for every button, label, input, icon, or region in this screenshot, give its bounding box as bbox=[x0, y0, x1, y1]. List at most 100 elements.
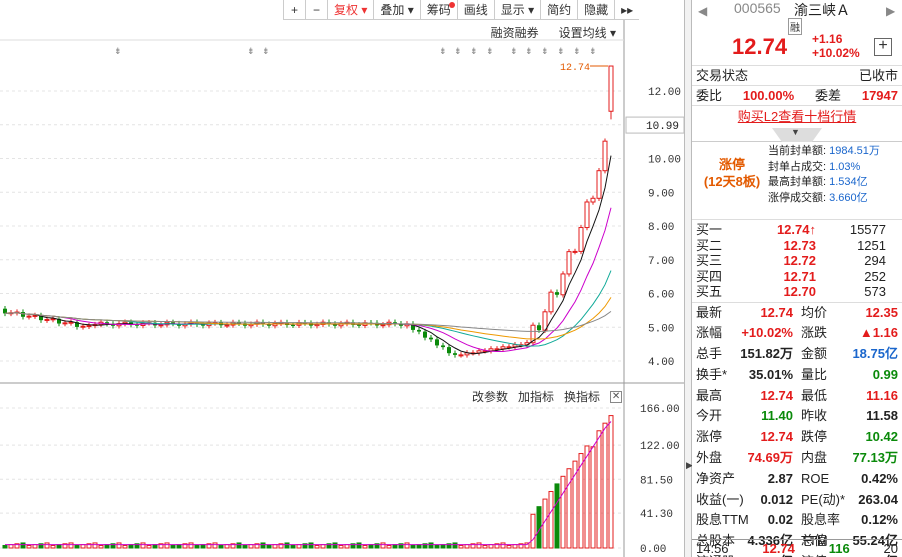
zoom-out-button[interactable]: − bbox=[305, 0, 327, 20]
event-marker-icon: ⇟ bbox=[541, 46, 549, 56]
stat-value: 77.13万 bbox=[852, 450, 898, 466]
price-tick-label: 6.00 bbox=[648, 290, 674, 302]
collapse-tab[interactable] bbox=[692, 128, 902, 142]
chips-button[interactable]: 筹码 bbox=[419, 0, 457, 20]
stat-value: 35.01% bbox=[748, 366, 793, 382]
stat-value: ▲1.16 bbox=[859, 325, 898, 341]
stat-cell: 昨收 11.58 bbox=[797, 406, 902, 427]
volume-bar bbox=[44, 542, 50, 549]
stat-label: 金额 bbox=[801, 346, 828, 362]
stat-label: 股息TTM bbox=[696, 512, 749, 528]
volume-tick-label: 81.50 bbox=[640, 475, 673, 487]
kline-chart[interactable]: 12.0011.0010.009.008.007.006.005.004.001… bbox=[0, 0, 684, 557]
price-tick-label: 5.00 bbox=[648, 323, 674, 335]
more-icon[interactable]: ▸▸ bbox=[614, 0, 639, 20]
quote-header: ◀ 000565 渝三峡Ａ ▶ 融 12.74 +1.16 +10.02% + bbox=[692, 0, 902, 66]
panel-splitter[interactable]: ▶ bbox=[684, 0, 693, 557]
order-ratio-row: 委比 100.00% 委差 17947 bbox=[692, 86, 902, 106]
event-marker-icon: ⇟ bbox=[439, 46, 447, 56]
candle-body bbox=[32, 314, 38, 317]
event-marker-icon: ⇟ bbox=[114, 46, 122, 56]
volume-bar bbox=[140, 542, 146, 549]
margin-tag-badge: 融 bbox=[788, 18, 802, 35]
stock-name: 渝三峡Ａ bbox=[794, 2, 850, 18]
zoom-in-button[interactable]: + bbox=[283, 0, 305, 20]
candle-body bbox=[555, 292, 559, 295]
stat-label: 均价 bbox=[801, 304, 828, 320]
volume-tick-label: 0.00 bbox=[640, 544, 666, 556]
stat-value: 0.12% bbox=[861, 512, 898, 528]
candle-body bbox=[572, 250, 578, 253]
stat-value: 12.74 bbox=[760, 429, 793, 445]
quote-panel: ◀ 000565 渝三峡Ａ ▶ 融 12.74 +1.16 +10.02% + … bbox=[692, 0, 902, 557]
limit-info-value: 3.660亿 bbox=[829, 191, 868, 204]
collapse-tab-icon[interactable] bbox=[772, 128, 822, 142]
swap-indicator-button[interactable]: 换指标 bbox=[564, 388, 600, 405]
volume-bar bbox=[506, 544, 512, 549]
bid-price: 12.74↑ bbox=[776, 222, 816, 237]
volume-bar bbox=[104, 544, 110, 549]
moving-average-line bbox=[4, 297, 612, 340]
close-icon[interactable]: ✕ bbox=[610, 390, 623, 403]
add-indicator-button[interactable]: 加指标 bbox=[518, 388, 554, 405]
trade-status-value: 已收市 bbox=[858, 68, 898, 83]
stat-cell: 股息率TTM 0.12% bbox=[797, 510, 902, 548]
display-button[interactable]: 显示 ▾ bbox=[493, 0, 540, 20]
limit-up-label: 涨停 (12天8板) bbox=[700, 156, 764, 190]
volume-tick-label: 122.00 bbox=[640, 441, 680, 453]
hide-button[interactable]: 隐藏 bbox=[577, 0, 614, 20]
stat-label: 涨幅 bbox=[696, 325, 723, 341]
volume-bar bbox=[74, 544, 80, 549]
next-stock-icon[interactable]: ▶ bbox=[886, 4, 895, 18]
stat-value: 2.87 bbox=[767, 470, 793, 486]
l2-upgrade-link[interactable]: 购买L2查看十档行情 bbox=[692, 106, 902, 128]
kline-chart-area[interactable]: 12.0011.0010.009.008.007.006.005.004.001… bbox=[0, 0, 684, 557]
event-marker-icon: ⇟ bbox=[510, 46, 518, 56]
stat-label: 最高 bbox=[696, 387, 723, 403]
change-percent: +10.02% bbox=[812, 46, 860, 60]
volume-bar bbox=[554, 483, 560, 549]
ma-settings-dropdown[interactable]: 设置均线 ▾ bbox=[559, 24, 616, 41]
event-marker-icon: ⇟ bbox=[557, 46, 565, 56]
change-params-button[interactable]: 改参数 bbox=[472, 388, 508, 405]
add-watchlist-button[interactable]: + bbox=[874, 38, 892, 56]
volume-bar bbox=[176, 544, 182, 549]
candle-body bbox=[435, 339, 439, 346]
limit-info-row: 封单占成交: 1.03% bbox=[768, 160, 880, 176]
bid-row: 买二 12.73 1251 bbox=[692, 238, 902, 254]
margin-trading-link[interactable]: 融资融券 bbox=[491, 24, 539, 41]
bid-row: 买一 12.74↑ 15577 bbox=[692, 222, 902, 238]
candle-body bbox=[26, 315, 32, 318]
stat-value: 10.42 bbox=[865, 429, 898, 445]
bid-volume: 573 bbox=[864, 284, 886, 299]
order-ratio-label: 委比 bbox=[696, 88, 723, 103]
draw-line-button[interactable]: 画线 bbox=[456, 0, 494, 20]
overlay-button[interactable]: 叠加 ▾ bbox=[373, 0, 419, 20]
stat-value: 12.74 bbox=[760, 304, 793, 320]
stat-label: 涨跌 bbox=[801, 325, 828, 341]
stat-value: 0.42% bbox=[861, 470, 898, 486]
volume-bar bbox=[602, 422, 608, 549]
stat-label: 最新 bbox=[696, 304, 723, 320]
adjust-button[interactable]: 复权 ▾ bbox=[327, 0, 373, 20]
volume-bar bbox=[212, 542, 218, 549]
stat-value: 0.012 bbox=[760, 491, 793, 507]
volume-bar bbox=[320, 544, 326, 549]
volume-bar bbox=[50, 544, 56, 549]
simple-button[interactable]: 简约 bbox=[540, 0, 577, 20]
volume-bar bbox=[92, 542, 98, 549]
volume-tick-label: 41.30 bbox=[640, 509, 673, 521]
candle-body bbox=[548, 291, 554, 313]
bid-volume: 15577 bbox=[849, 222, 886, 237]
stat-value: 11.16 bbox=[866, 387, 898, 403]
moving-average-line bbox=[4, 207, 612, 352]
stat-value: 151.82万 bbox=[740, 346, 793, 362]
candle-body bbox=[608, 65, 614, 112]
prev-stock-icon[interactable]: ◀ bbox=[698, 4, 707, 18]
max-price-label: 12.74 bbox=[560, 63, 590, 74]
volume-bar bbox=[596, 430, 602, 549]
stat-cell: 换手* 35.01% bbox=[692, 365, 797, 386]
chart-toolbar: + − 复权 ▾ 叠加 ▾ 筹码 画线 显示 ▾ 简约 隐藏 ▸▸ bbox=[283, 0, 640, 20]
stat-cell: 最新 12.74 bbox=[692, 303, 797, 324]
candle-body bbox=[429, 337, 433, 340]
